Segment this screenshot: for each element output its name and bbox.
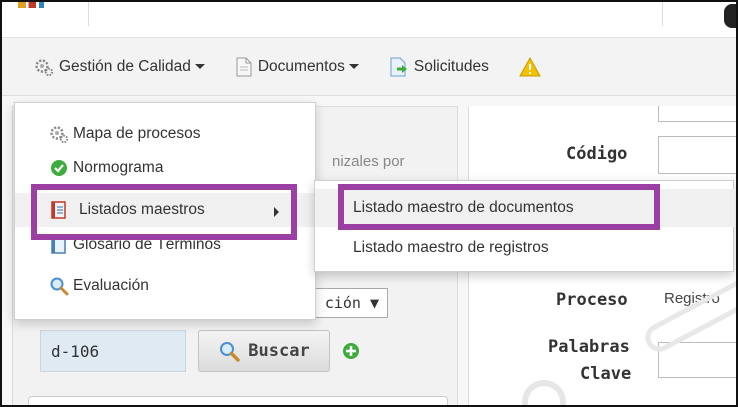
top-strip [2, 2, 736, 38]
submenu-arrow-icon [274, 207, 279, 217]
panel-subtitle-partial: nizales por [332, 153, 405, 170]
main-navbar: Gestión de Calidad Documentos Solicitude… [2, 38, 736, 96]
glossary-book-icon [49, 235, 69, 255]
results-container [28, 396, 448, 405]
document-icon [235, 57, 253, 77]
gears-icon [34, 57, 54, 77]
clave-label: Clave [580, 364, 632, 384]
gestion-calidad-menu: Mapa de procesos Normograma Listados mae… [14, 102, 317, 320]
add-circle-icon[interactable] [342, 342, 360, 364]
menu-item-glosario[interactable]: Glosario de Términos [15, 228, 317, 262]
check-circle-icon [49, 158, 69, 178]
magnifier-icon [218, 340, 241, 362]
caret-down-icon [348, 64, 359, 69]
proceso-label: Proceso [556, 290, 628, 310]
submenu-item-documentos[interactable]: Listado maestro de documentos [315, 189, 735, 227]
nav-label: Gestión de Calidad [59, 57, 191, 75]
divider [88, 2, 89, 26]
nav-label: Documentos [257, 57, 345, 75]
search-input[interactable]: d-106 [40, 330, 186, 372]
menu-item-label: Glosario de Términos [73, 236, 221, 253]
window-control[interactable] [724, 4, 736, 28]
submenu-item-registros[interactable]: Listado maestro de registros [315, 229, 735, 267]
search-button-label: Buscar [248, 341, 310, 361]
menu-item-evaluacion[interactable]: Evaluación [15, 269, 317, 303]
nav-gestion-calidad[interactable]: Gestión de Calidad [34, 57, 205, 77]
search-button[interactable]: Buscar [198, 330, 330, 372]
list-book-icon [49, 200, 69, 220]
previous-field[interactable] [658, 106, 736, 122]
menu-item-listados-maestros[interactable]: Listados maestros [15, 193, 317, 227]
menu-item-mapa-procesos[interactable]: Mapa de procesos [15, 117, 317, 151]
codigo-label: Código [566, 144, 628, 164]
document-arrow-icon [389, 57, 409, 77]
menu-item-label: Mapa de procesos [73, 125, 201, 142]
nav-alertas[interactable] [518, 56, 546, 77]
logo-fragment [18, 2, 44, 8]
nav-documentos[interactable]: Documentos [235, 57, 359, 77]
menu-item-label: Listados maestros [79, 201, 205, 218]
app-window: Gestión de Calidad Documentos Solicitude… [0, 0, 738, 407]
menu-item-label: Normograma [73, 159, 164, 176]
menu-item-label: Evaluación [73, 277, 149, 294]
codigo-input[interactable] [658, 136, 736, 174]
menu-item-normograma[interactable]: Normograma [15, 151, 317, 185]
caret-down-icon [194, 64, 205, 69]
listados-maestros-submenu: Listado maestro de documentos Listado ma… [314, 180, 735, 272]
nav-solicitudes[interactable]: Solicitudes [389, 57, 489, 77]
magnifier-icon [49, 276, 69, 296]
palabras-label: Palabras [548, 337, 630, 357]
gears-icon [49, 124, 69, 144]
nav-label: Solicitudes [413, 57, 489, 75]
divider [662, 2, 663, 26]
warning-icon [518, 56, 541, 77]
